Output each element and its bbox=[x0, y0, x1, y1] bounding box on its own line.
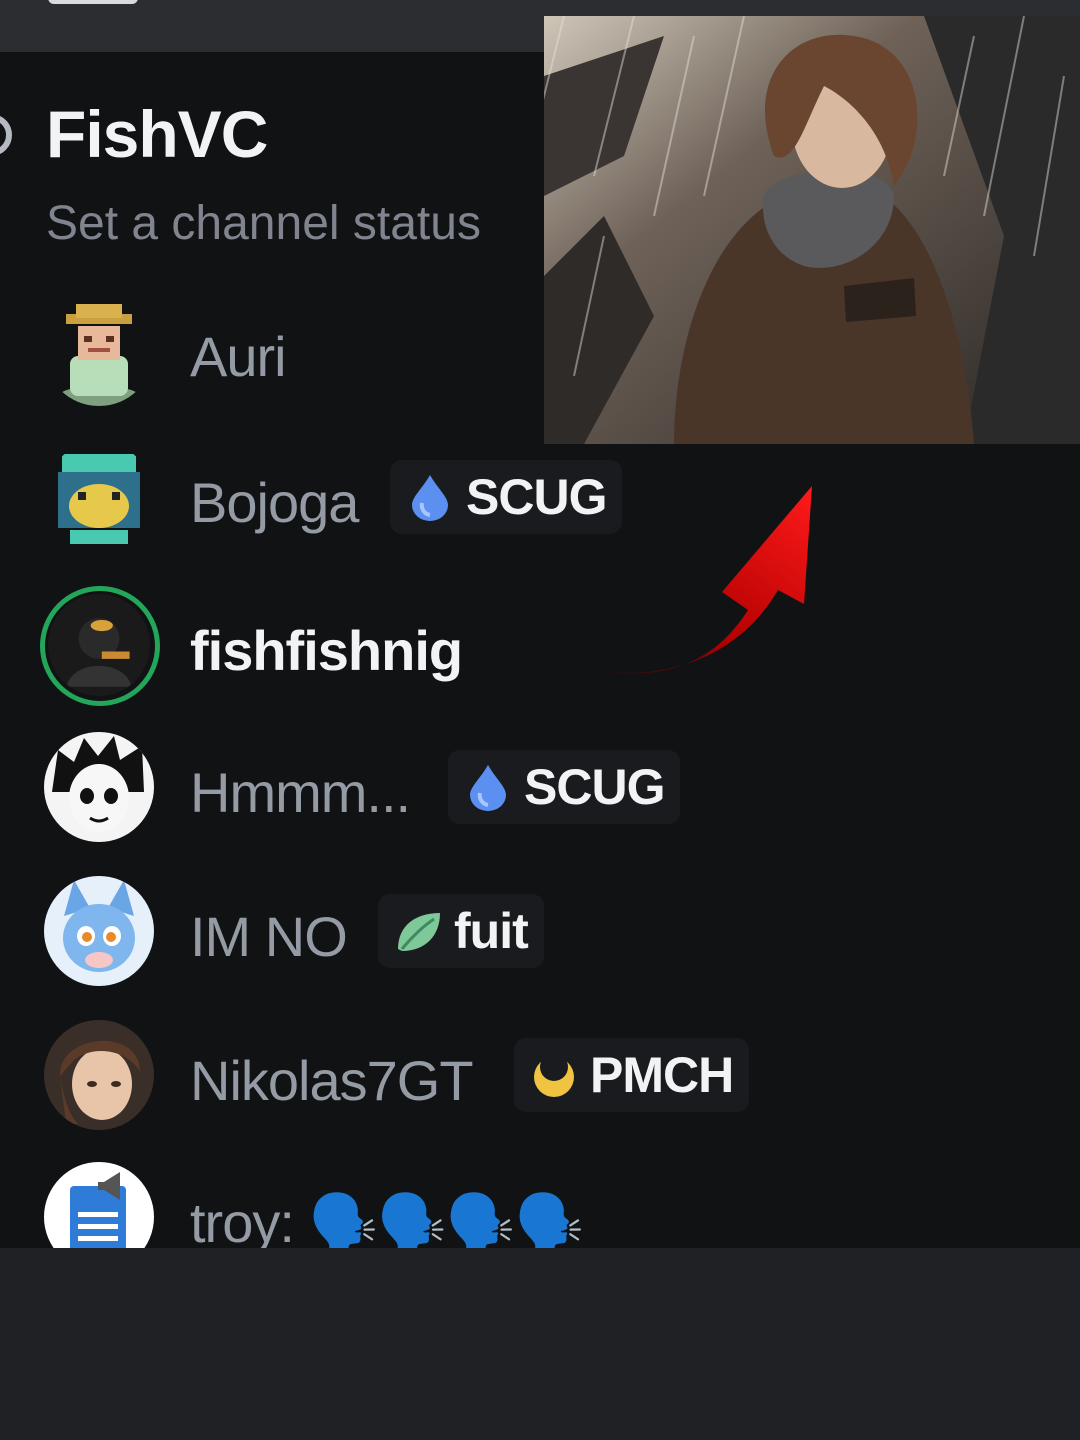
crescent-moon-icon bbox=[534, 1053, 574, 1097]
member-row-nikolas7gt[interactable]: Nikolas7GT PMCH bbox=[44, 1020, 1044, 1132]
pixel-straw-hat-avatar bbox=[44, 296, 154, 406]
anime-boy-avatar bbox=[44, 732, 154, 842]
blue-fox-avatar bbox=[44, 876, 154, 986]
channel-name[interactable]: FishVC bbox=[46, 96, 268, 172]
server-tag-label: PMCH bbox=[590, 1047, 734, 1103]
member-name: Hmmm... bbox=[190, 761, 411, 824]
top-bar-edge bbox=[48, 0, 138, 4]
document-speaker-avatar bbox=[44, 1162, 154, 1248]
member-name: troy: 🗣️🗣️🗣️🗣️ bbox=[190, 1191, 584, 1248]
member-name: Auri bbox=[190, 325, 287, 388]
server-tag[interactable]: PMCH bbox=[514, 1038, 750, 1112]
member-row-im-no[interactable]: IM NO fuit bbox=[44, 876, 1044, 988]
pixel-frog-avatar bbox=[44, 442, 154, 552]
server-tag[interactable]: SCUG bbox=[448, 750, 681, 824]
member-name: IM NO bbox=[190, 905, 348, 968]
member-row-troy[interactable]: troy: 🗣️🗣️🗣️🗣️ bbox=[44, 1162, 1044, 1248]
server-tag[interactable]: fuit bbox=[378, 894, 544, 968]
brown-hair-avatar bbox=[44, 1020, 154, 1130]
character-artwork-image bbox=[544, 16, 1080, 444]
member-row-hmmm[interactable]: Hmmm... SCUG bbox=[44, 732, 1044, 844]
water-drop-icon bbox=[470, 765, 506, 811]
server-tag-label: fuit bbox=[454, 903, 529, 959]
member-name: fishfishnig bbox=[190, 619, 463, 682]
member-name: Nikolas7GT bbox=[190, 1049, 474, 1112]
bottom-bar bbox=[0, 1248, 1080, 1440]
voice-channel-icon bbox=[0, 114, 12, 156]
channel-status-input[interactable]: Set a channel status bbox=[46, 196, 481, 251]
server-tag-label: SCUG bbox=[524, 759, 665, 815]
speaking-indicator bbox=[40, 586, 160, 706]
water-drop-icon bbox=[412, 475, 448, 521]
member-name: Bojoga bbox=[190, 471, 359, 534]
leaf-icon bbox=[398, 913, 440, 951]
red-arrow-annotation bbox=[560, 486, 812, 674]
